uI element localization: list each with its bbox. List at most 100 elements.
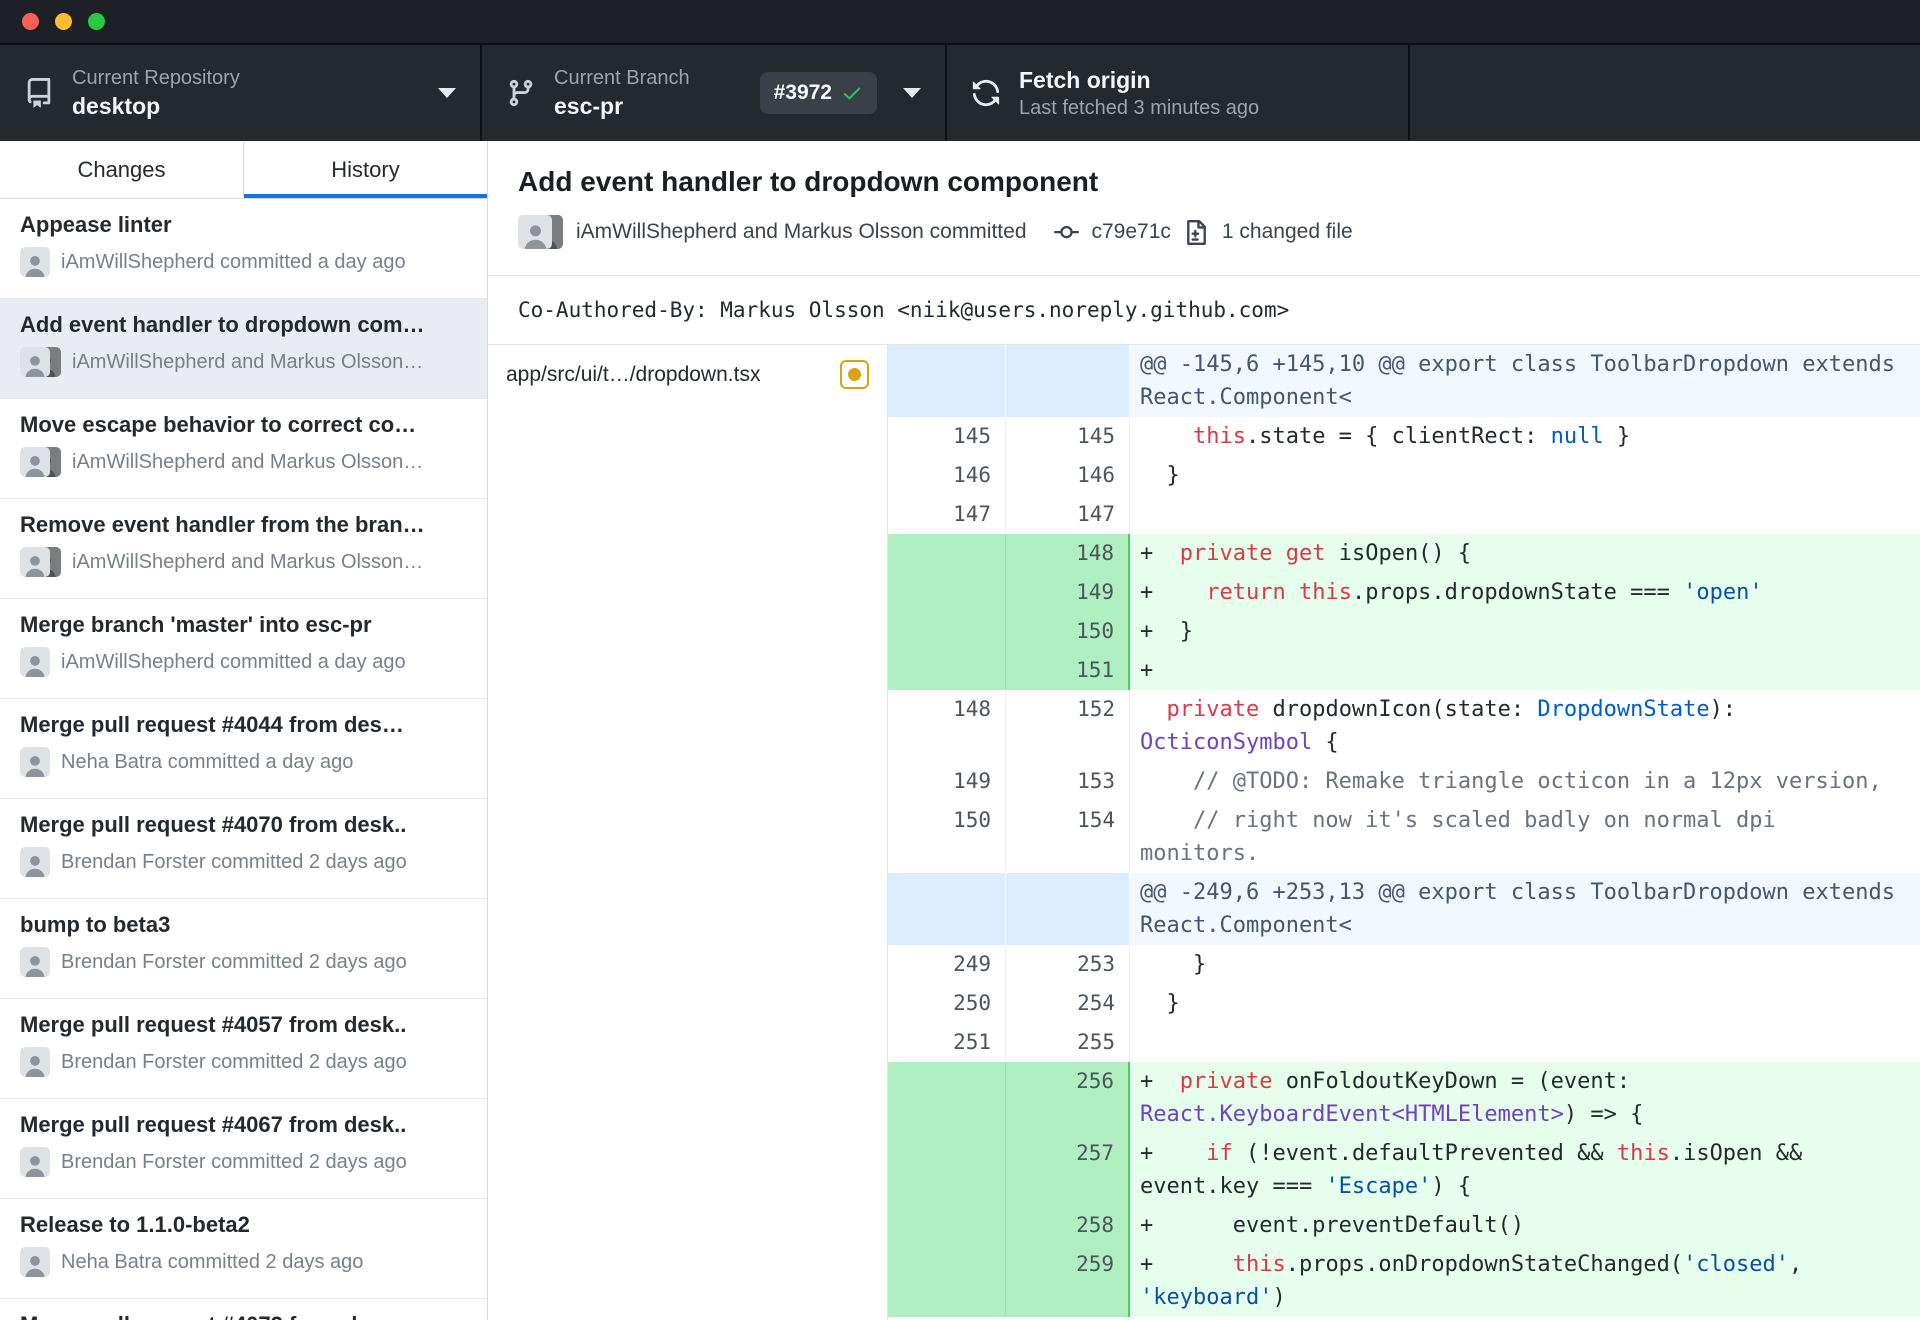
diff-new-line-number: 147 — [1006, 495, 1130, 534]
diff-row-added: 148 + private get isOpen() { — [888, 534, 1920, 573]
commit-list-title: Add event handler to dropdown com… — [20, 312, 425, 337]
commit-list-meta: iAmWillShepherd and Markus Olsson… — [72, 350, 424, 373]
diff-old-line-number: 150 — [888, 801, 1006, 873]
diff-old-line-number: 146 — [888, 456, 1006, 495]
diff-new-line-number: 257 — [1006, 1134, 1130, 1206]
branch-picker-button[interactable]: Current Branch esc-pr #3972 — [482, 45, 947, 141]
diff-row-context: 148 152 private dropdownIcon(state: Dropd… — [888, 690, 1920, 762]
commit-list-meta: Neha Batra committed a day ago — [61, 750, 354, 773]
diff-new-line-number: 154 — [1006, 801, 1130, 873]
commit-list-item[interactable]: bump to beta3 Brendan Forster committed 2… — [0, 899, 487, 999]
diff-code-line: + — [1130, 651, 1920, 690]
current-branch-value: esc-pr — [554, 92, 624, 119]
current-repository-value: desktop — [72, 92, 161, 119]
tab-changes[interactable]: Changes — [0, 141, 244, 198]
changed-file-row[interactable]: app/src/ui/t…/dropdown.tsx — [488, 345, 887, 404]
commit-authors: iAmWillShepherd and Markus Olsson commit… — [576, 220, 1027, 243]
diff-old-line-number — [888, 573, 1006, 612]
commit-detail-panel: Add event handler to dropdown component … — [488, 141, 1920, 1320]
diff-old-line-number — [888, 873, 1006, 945]
minimize-button[interactable] — [55, 13, 72, 30]
diff-code-line: } — [1140, 991, 1180, 1016]
repository-picker-button[interactable]: Current Repository desktop — [0, 45, 482, 141]
commit-list-meta: Brendan Forster committed 2 days ago — [61, 850, 407, 873]
diff-row-hunk: @@ -145,6 +145,10 @@ export class Toolba… — [888, 345, 1920, 417]
check-icon — [843, 87, 861, 100]
git-commit-icon — [1053, 225, 1079, 238]
avatar — [20, 1047, 50, 1077]
file-diff-icon — [1187, 219, 1206, 245]
diff-row-added: 149 + return this.props.dropdownState ===… — [888, 573, 1920, 612]
diff-old-line-number — [888, 651, 1006, 690]
commit-list-title: Merge branch 'master' into esc-pr — [20, 612, 372, 637]
diff-row-context: 146 146 } — [888, 456, 1920, 495]
avatar — [20, 347, 50, 377]
avatar — [20, 547, 61, 577]
toolbar: Current Repository desktop Current Branc… — [0, 43, 1920, 141]
avatar — [20, 847, 50, 877]
commit-list-item[interactable]: Merge pull request #4072 from d… — [0, 1299, 487, 1320]
avatar — [20, 247, 50, 277]
diff-row-context: 251 255 — [888, 1023, 1920, 1062]
tab-history[interactable]: History — [244, 141, 487, 198]
commit-list-item[interactable]: Merge pull request #4044 from des… Neha B… — [0, 699, 487, 799]
diff-new-line-number: 152 — [1006, 690, 1130, 762]
commit-list-item[interactable]: Add event handler to dropdown com… iAmWil… — [0, 299, 487, 399]
commit-list-item[interactable]: Remove event handler from the bran… iAmWi… — [0, 499, 487, 599]
avatar — [20, 747, 50, 777]
avatar — [20, 447, 61, 477]
diff-code-line: + this.props.onDropdownStateChanged('clo… — [1130, 1245, 1920, 1317]
commit-list-item[interactable]: Merge branch 'master' into esc-pr iAmWill… — [0, 599, 487, 699]
zoom-button[interactable] — [88, 13, 105, 30]
diff-code-line: @@ -145,6 +145,10 @@ export class Toolba… — [1130, 345, 1920, 417]
diff-row-added: 259 + this.props.onDropdownStateChanged('… — [888, 1245, 1920, 1317]
diff-new-line-number: 145 — [1006, 417, 1130, 456]
commit-list-title: bump to beta3 — [20, 912, 171, 937]
commit-header: Add event handler to dropdown component … — [488, 141, 1920, 276]
commit-author-avatars — [518, 215, 563, 249]
diff-row-context: 149 153 // @TODO: Remake triangle octicon… — [888, 762, 1920, 801]
commit-list-meta: Neha Batra committed 2 days ago — [61, 1250, 364, 1273]
diff-code-line: this.state = { clientRect: null } — [1192, 424, 1631, 449]
close-button[interactable] — [22, 13, 39, 30]
avatar — [20, 1247, 50, 1277]
commit-list-item[interactable]: Merge pull request #4070 from desk.. Bren… — [0, 799, 487, 899]
diff-old-line-number — [888, 534, 1006, 573]
diff-old-line-number: 251 — [888, 1023, 1006, 1062]
diff-row-context: 249 253 } — [888, 945, 1920, 984]
diff-old-line-number — [888, 345, 1006, 417]
diff-row-context: 250 254 } — [888, 984, 1920, 1023]
avatar — [20, 547, 50, 577]
commit-list-item[interactable]: Release to 1.1.0-beta2 Neha Batra committ… — [0, 1199, 487, 1299]
diff-new-line-number — [1006, 345, 1130, 417]
git-branch-icon — [509, 79, 533, 107]
commit-list-item[interactable]: Merge pull request #4057 from desk.. Bren… — [0, 999, 487, 1099]
diff-new-line-number: 254 — [1006, 984, 1130, 1023]
avatar — [20, 1147, 50, 1177]
diff-code-line — [1130, 1023, 1920, 1062]
pr-number: #3972 — [773, 81, 832, 104]
diff-code-line: + if (!event.defaultPrevented && this.is… — [1130, 1134, 1920, 1206]
current-branch-label: Current Branch — [554, 66, 690, 89]
commit-list-meta: iAmWillShepherd committed a day ago — [61, 250, 406, 273]
commit-description: Co-Authored-By: Markus Olsson <niik@user… — [488, 276, 1920, 345]
diff-new-line-number: 150 — [1006, 612, 1130, 651]
commit-list-meta: iAmWillShepherd committed a day ago — [61, 650, 406, 673]
fetch-origin-button[interactable]: Fetch origin Last fetched 3 minutes ago — [947, 45, 1410, 141]
commit-list-item[interactable]: Merge pull request #4067 from desk.. Bren… — [0, 1099, 487, 1199]
commit-list-meta: Brendan Forster committed 2 days ago — [61, 950, 407, 973]
commit-list-item[interactable]: Move escape behavior to correct co… iAmWi… — [0, 399, 487, 499]
diff-old-line-number: 147 — [888, 495, 1006, 534]
diff-row-added: 258 + event.preventDefault() — [888, 1206, 1920, 1245]
avatar — [20, 747, 50, 777]
titlebar — [0, 0, 1920, 43]
avatar — [20, 347, 61, 377]
commit-list-title: Merge pull request #4057 from desk.. — [20, 1012, 407, 1037]
avatar — [20, 247, 50, 277]
diff-row-hunk: @@ -249,6 +253,13 @@ export class Toolba… — [888, 873, 1920, 945]
diff-row-added: 257 + if (!event.defaultPrevented && this… — [888, 1134, 1920, 1206]
diff-row-added: 151 + — [888, 651, 1920, 690]
commit-list-item[interactable]: Appease linter iAmWillShepherd committed … — [0, 199, 487, 299]
traffic-lights — [22, 13, 105, 30]
avatar — [20, 947, 50, 977]
